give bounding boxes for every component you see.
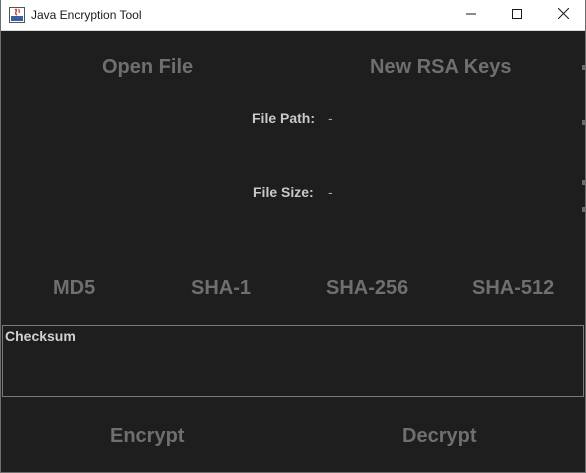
checksum-output[interactable]	[5, 348, 583, 396]
scroll-marker	[582, 180, 585, 185]
scroll-marker	[582, 65, 585, 70]
maximize-icon	[512, 6, 522, 24]
app-window: Java Encryption Tool Open File New RSA K…	[0, 0, 586, 473]
maximize-button[interactable]	[494, 0, 540, 30]
sha512-button[interactable]: SHA-512	[472, 277, 554, 300]
minimize-button[interactable]	[448, 0, 494, 30]
java-app-icon	[9, 7, 25, 23]
sha1-button[interactable]: SHA-1	[191, 277, 251, 300]
bottom-strip	[1, 468, 585, 472]
window-title: Java Encryption Tool	[31, 8, 142, 22]
sha256-button[interactable]: SHA-256	[326, 277, 408, 300]
checksum-title: Checksum	[5, 328, 76, 344]
new-rsa-keys-button[interactable]: New RSA Keys	[370, 56, 512, 79]
minimize-icon	[466, 6, 476, 24]
checksum-panel: Checksum	[2, 325, 584, 397]
file-path-value: -	[328, 110, 333, 126]
close-icon	[557, 6, 569, 24]
decrypt-button[interactable]: Decrypt	[402, 425, 476, 448]
title-bar[interactable]: Java Encryption Tool	[1, 0, 585, 31]
md5-button[interactable]: MD5	[53, 277, 95, 300]
scroll-marker	[582, 207, 585, 212]
open-file-button[interactable]: Open File	[102, 56, 193, 79]
file-path-label: File Path:	[252, 110, 316, 126]
file-size-value: -	[328, 184, 333, 200]
file-size-label: File Size:	[253, 184, 314, 200]
encrypt-button[interactable]: Encrypt	[110, 425, 184, 448]
close-button[interactable]	[540, 0, 585, 30]
scroll-marker	[582, 120, 585, 125]
